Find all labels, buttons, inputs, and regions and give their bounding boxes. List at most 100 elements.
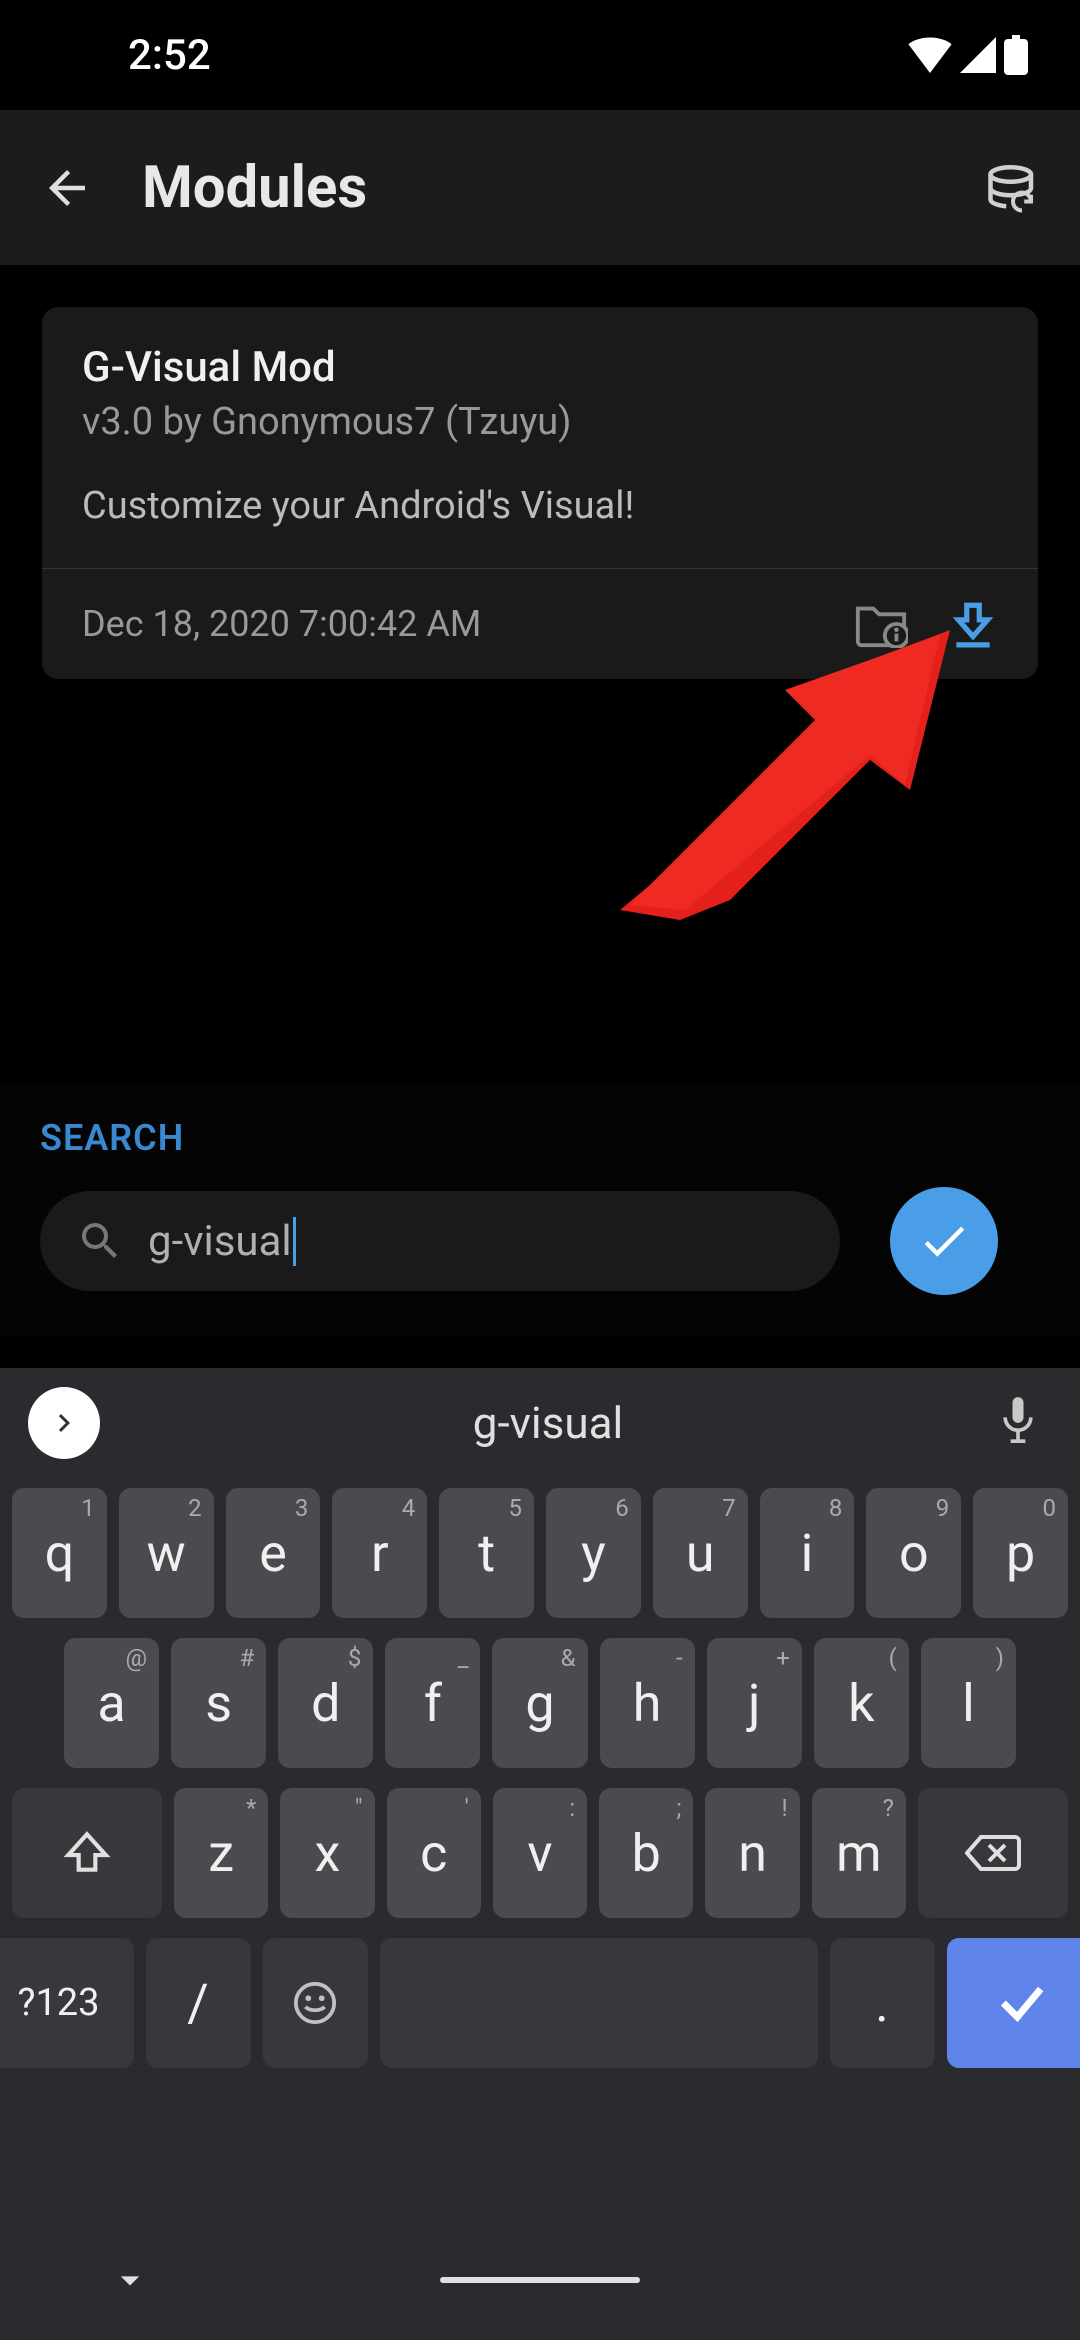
key-sup: )	[996, 1644, 1004, 1672]
symbols-key[interactable]: ?123	[0, 1938, 134, 2068]
module-card-top: G-Visual Mod v3.0 by Gnonymous7 (Tzuyu) …	[42, 307, 1038, 568]
key-w[interactable]: w2	[119, 1488, 214, 1618]
status-bar: 2:52	[0, 0, 1080, 110]
module-card-bottom: Dec 18, 2020 7:00:42 AM	[42, 569, 1038, 679]
slash-key[interactable]: /	[146, 1938, 251, 2068]
search-confirm-button[interactable]	[890, 1187, 998, 1295]
key-u[interactable]: u7	[653, 1488, 748, 1618]
module-meta: v3.0 by Gnonymous7 (Tzuyu)	[82, 400, 998, 444]
key-sup: #	[239, 1644, 254, 1672]
backspace-icon	[965, 1832, 1021, 1874]
key-sup: 2	[188, 1494, 202, 1522]
key-z[interactable]: z*	[174, 1788, 268, 1918]
key-o[interactable]: o9	[866, 1488, 961, 1618]
key-e[interactable]: e3	[226, 1488, 321, 1618]
text-cursor	[293, 1217, 296, 1266]
module-title: G-Visual Mod	[82, 343, 998, 392]
key-d[interactable]: d$	[278, 1638, 373, 1768]
key-sup: 0	[1042, 1494, 1056, 1522]
key-h[interactable]: h-	[600, 1638, 695, 1768]
key-sup: 3	[295, 1494, 309, 1522]
shift-key[interactable]	[12, 1788, 162, 1918]
key-sup: ?	[883, 1794, 894, 1822]
keyboard-collapse-icon[interactable]	[108, 2258, 152, 2302]
chevron-right-icon	[46, 1405, 82, 1441]
keyboard-suggestion[interactable]: g-visual	[120, 1397, 976, 1449]
keyboard: g-visual q1w2e3r4t5y6u7i8o9p0 a@s#d$f_g&…	[0, 1368, 1080, 2340]
emoji-key[interactable]	[263, 1938, 368, 2068]
keyboard-expand-button[interactable]	[28, 1387, 100, 1459]
key-sup: &	[561, 1644, 576, 1672]
enter-key[interactable]	[947, 1938, 1080, 2068]
download-icon[interactable]	[948, 599, 998, 649]
key-sup: 7	[722, 1494, 736, 1522]
key-i[interactable]: i8	[760, 1488, 855, 1618]
status-time: 2:52	[40, 31, 908, 80]
key-p[interactable]: p0	[973, 1488, 1068, 1618]
back-icon[interactable]	[40, 161, 94, 215]
key-sup: *	[246, 1794, 256, 1822]
key-s[interactable]: s#	[171, 1638, 266, 1768]
key-m[interactable]: m?	[812, 1788, 906, 1918]
key-y[interactable]: y6	[546, 1488, 641, 1618]
keyboard-row-4: ?123 / .	[12, 1938, 1068, 2068]
key-sup: ;	[676, 1794, 681, 1822]
key-sup: :	[569, 1794, 575, 1822]
keyboard-row-3: z*x"c'v:b;n!m?	[12, 1788, 1068, 1918]
wifi-icon	[908, 37, 952, 73]
key-b[interactable]: b;	[599, 1788, 693, 1918]
search-value: g-visual	[148, 1217, 292, 1266]
key-sup: (	[889, 1644, 897, 1672]
nav-bar	[0, 2220, 1080, 2340]
key-sup: -	[676, 1644, 683, 1672]
emoji-icon	[292, 1980, 338, 2026]
page-title: Modules	[142, 154, 938, 222]
module-date: Dec 18, 2020 7:00:42 AM	[82, 603, 854, 645]
repo-refresh-icon[interactable]	[986, 161, 1040, 215]
key-k[interactable]: k(	[814, 1638, 909, 1768]
key-c[interactable]: c'	[387, 1788, 481, 1918]
check-icon	[917, 1214, 971, 1268]
check-icon	[994, 1975, 1050, 2031]
search-section: SEARCH g-visual	[0, 1085, 1080, 1335]
keyboard-row-2: a@s#d$f_g&h-j+k(l)	[12, 1638, 1068, 1768]
key-sup: 5	[509, 1494, 523, 1522]
status-icons	[908, 35, 1040, 75]
space-key[interactable]	[380, 1938, 818, 2068]
search-label: SEARCH	[40, 1117, 1040, 1159]
key-f[interactable]: f_	[385, 1638, 480, 1768]
info-folder-icon[interactable]	[854, 600, 908, 648]
shift-icon	[62, 1828, 112, 1878]
key-j[interactable]: j+	[707, 1638, 802, 1768]
search-icon	[76, 1217, 124, 1265]
key-sup: $	[348, 1644, 362, 1672]
search-input[interactable]: g-visual	[40, 1191, 840, 1291]
key-n[interactable]: n!	[705, 1788, 799, 1918]
key-sup: 1	[81, 1494, 95, 1522]
signal-icon	[960, 37, 996, 73]
key-sup: 4	[402, 1494, 416, 1522]
key-sup: @	[126, 1644, 148, 1672]
backspace-key[interactable]	[918, 1788, 1068, 1918]
key-sup: '	[465, 1794, 469, 1822]
key-sup: _	[458, 1644, 469, 1672]
nav-handle[interactable]	[440, 2277, 640, 2283]
key-sup: 9	[936, 1494, 950, 1522]
app-bar: Modules	[0, 110, 1080, 265]
key-q[interactable]: q1	[12, 1488, 107, 1618]
key-v[interactable]: v:	[493, 1788, 587, 1918]
key-t[interactable]: t5	[439, 1488, 534, 1618]
key-a[interactable]: a@	[64, 1638, 159, 1768]
mic-icon[interactable]	[996, 1395, 1052, 1451]
key-x[interactable]: x"	[280, 1788, 374, 1918]
key-sup: +	[776, 1644, 790, 1672]
content-area: G-Visual Mod v3.0 by Gnonymous7 (Tzuyu) …	[0, 265, 1080, 721]
key-l[interactable]: l)	[921, 1638, 1016, 1768]
keyboard-row-1: q1w2e3r4t5y6u7i8o9p0	[12, 1488, 1068, 1618]
battery-icon	[1004, 35, 1028, 75]
key-r[interactable]: r4	[332, 1488, 427, 1618]
period-key[interactable]: .	[830, 1938, 935, 2068]
key-sup: !	[782, 1794, 788, 1822]
key-g[interactable]: g&	[492, 1638, 587, 1768]
module-card[interactable]: G-Visual Mod v3.0 by Gnonymous7 (Tzuyu) …	[42, 307, 1038, 679]
